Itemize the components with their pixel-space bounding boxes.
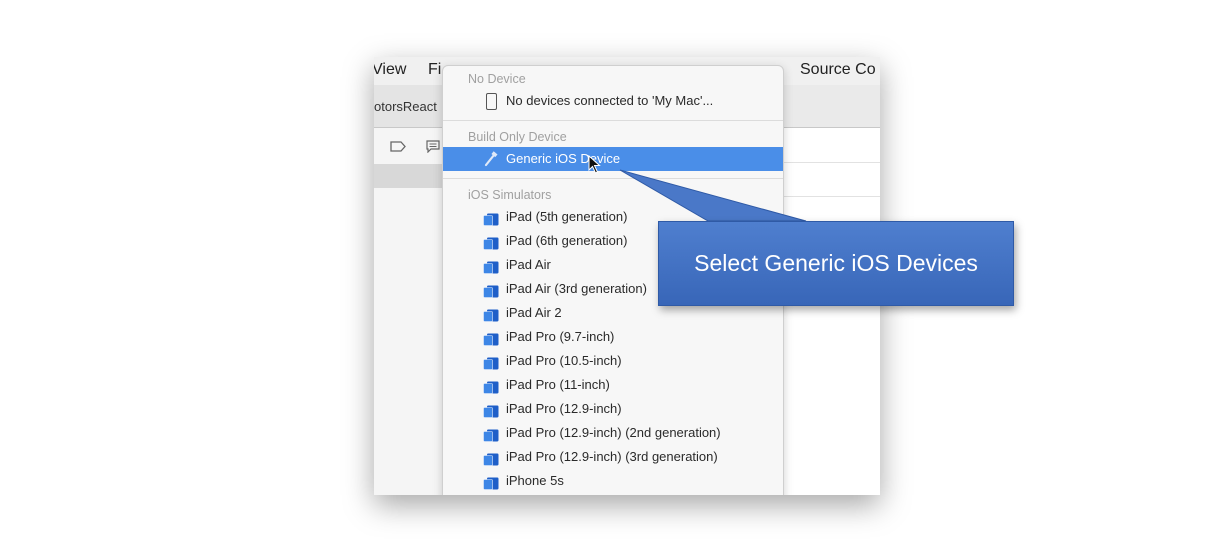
callout-box: Select Generic iOS Devices xyxy=(658,221,1014,306)
callout-text: Select Generic iOS Devices xyxy=(694,250,978,276)
stage: View Fi Source Co otorsReact No Device N… xyxy=(0,0,1224,553)
callout-pointer xyxy=(619,169,807,222)
